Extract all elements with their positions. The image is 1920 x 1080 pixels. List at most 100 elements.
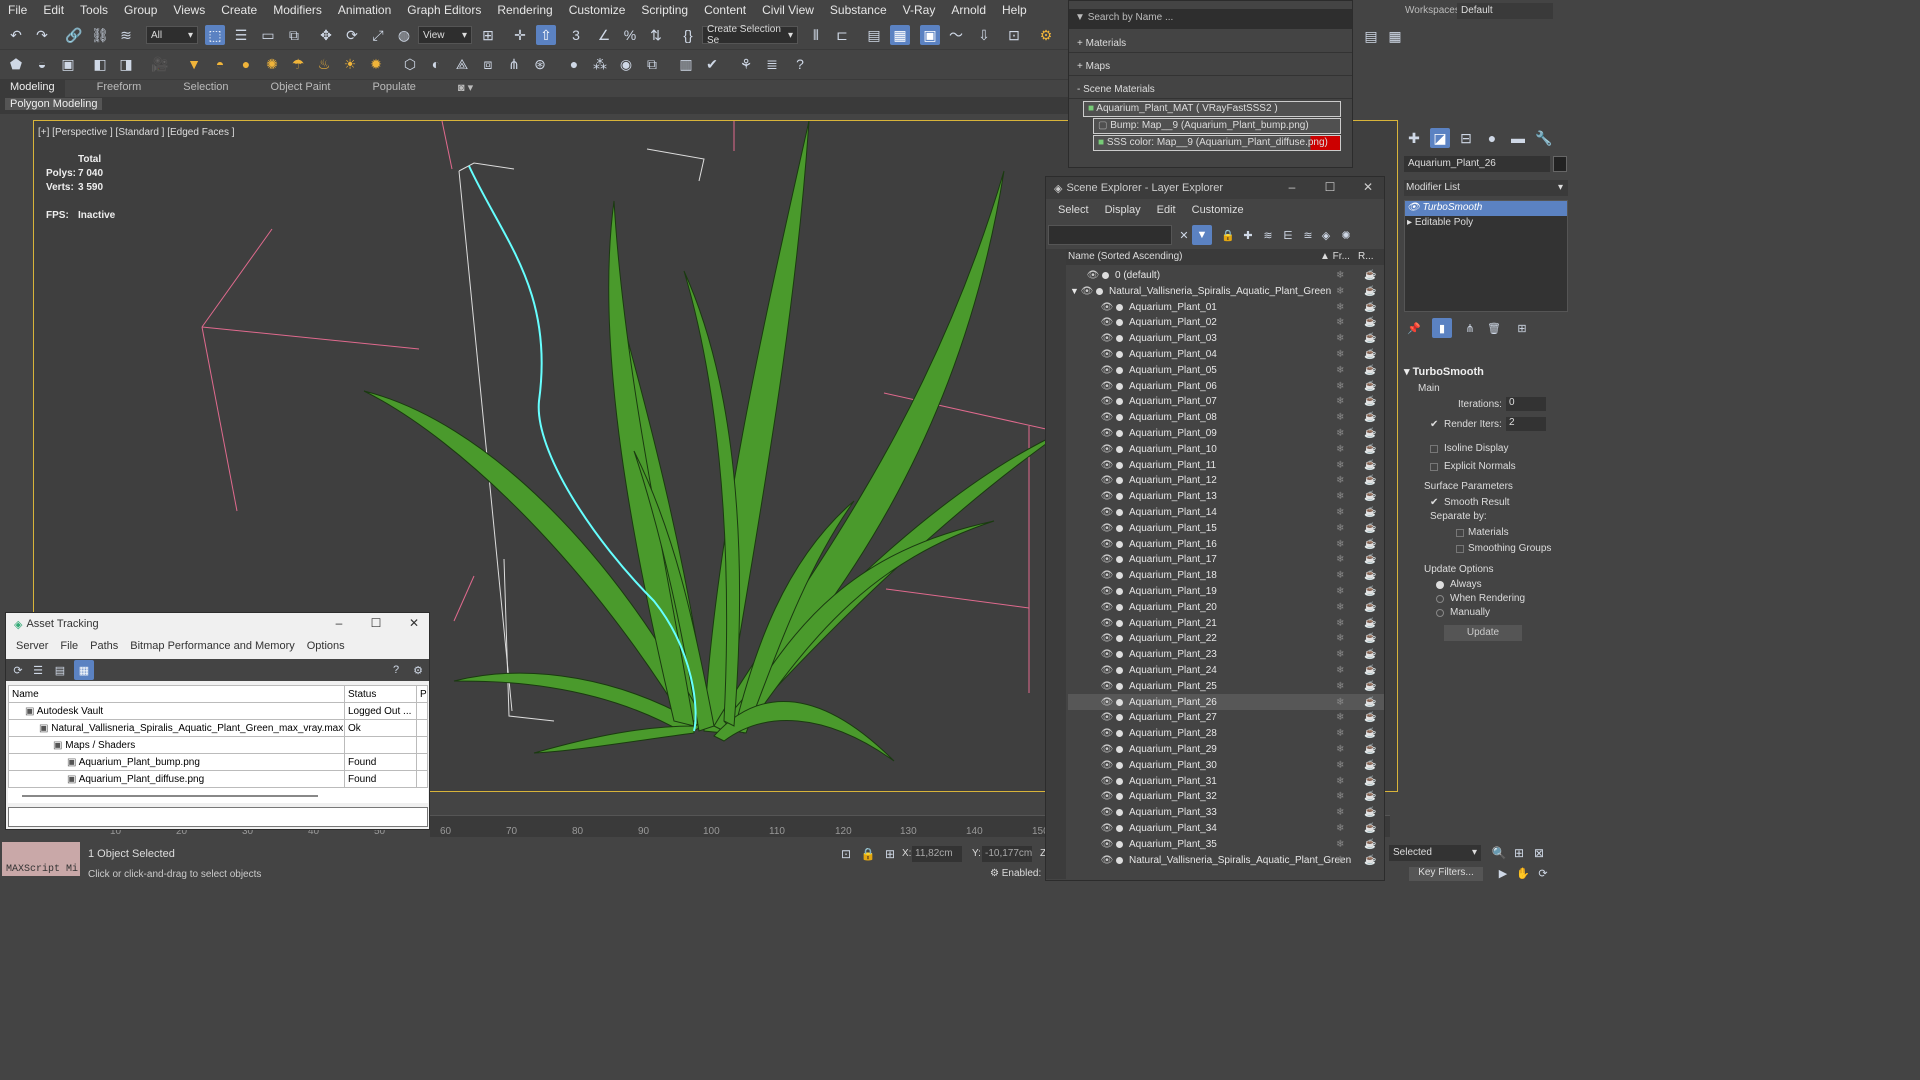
- scene-tree-row[interactable]: 👁 0 (default) ❄ ☕: [1068, 267, 1384, 283]
- render-toggle-icon[interactable]: [1116, 366, 1123, 374]
- col-name[interactable]: Name (Sorted Ascending): [1068, 251, 1183, 262]
- align-icon[interactable]: ⊏: [832, 25, 852, 45]
- renderable-icon[interactable]: ☕: [1364, 381, 1376, 392]
- scene-tree-row[interactable]: 👁 Aquarium_Plant_01 ❄ ☕: [1068, 299, 1384, 315]
- scene-tree-row[interactable]: 👁 Aquarium_Plant_05 ❄ ☕: [1068, 362, 1384, 378]
- polygon-modeling-label[interactable]: Polygon Modeling: [5, 98, 103, 110]
- visibility-eye-icon[interactable]: 👁: [1100, 807, 1114, 818]
- clear-search-icon[interactable]: ✕: [1174, 225, 1194, 245]
- refresh-icon[interactable]: ⟳: [8, 660, 28, 680]
- vray-sky-icon[interactable]: ✹: [366, 54, 386, 74]
- camera-icon[interactable]: 🎥: [150, 54, 170, 74]
- horizontal-scrollbar[interactable]: [22, 795, 318, 797]
- menu-item[interactable]: Group: [116, 3, 165, 17]
- freeze-icon[interactable]: ❄: [1336, 712, 1344, 723]
- highlight-icon[interactable]: ✺: [1336, 225, 1356, 245]
- freeze-icon[interactable]: ❄: [1336, 760, 1344, 771]
- isoline-checkbox[interactable]: [1430, 445, 1438, 453]
- minimize-button[interactable]: –: [1284, 180, 1300, 194]
- renderable-icon[interactable]: ☕: [1364, 681, 1376, 692]
- scene-tree-row[interactable]: 👁 Aquarium_Plant_18 ❄ ☕: [1068, 568, 1384, 584]
- render-toggle-icon[interactable]: [1116, 856, 1123, 864]
- render-iters-checkbox[interactable]: ✔: [1430, 419, 1438, 430]
- freeze-icon[interactable]: ❄: [1336, 649, 1344, 660]
- asset-tracking-titlebar[interactable]: ◈ Asset Tracking: [6, 613, 429, 635]
- toggle-scene-explorer-icon[interactable]: ▤: [864, 25, 884, 45]
- render-toggle-icon[interactable]: [1116, 540, 1123, 548]
- zoom-all-icon[interactable]: ⊠: [1529, 843, 1549, 863]
- schematic-view-icon[interactable]: ⇩: [974, 25, 994, 45]
- renderable-icon[interactable]: ☕: [1364, 270, 1376, 281]
- renderable-icon[interactable]: ☕: [1364, 475, 1376, 486]
- ribbon-tab[interactable]: Selection: [173, 80, 238, 97]
- renderable-icon[interactable]: ☕: [1364, 618, 1376, 629]
- freeze-icon[interactable]: ❄: [1336, 839, 1344, 850]
- scene-tree-row[interactable]: 👁 Aquarium_Plant_35 ❄ ☕: [1068, 836, 1384, 852]
- menu-item[interactable]: Arnold: [943, 3, 994, 17]
- select-object-icon[interactable]: ⬚: [205, 25, 225, 45]
- toggle-layer-explorer-icon[interactable]: ▦: [890, 25, 910, 45]
- ribbon-options-icon[interactable]: ◙ ▾: [448, 80, 483, 97]
- render-toggle-icon[interactable]: [1116, 635, 1123, 643]
- x-coordinate-field[interactable]: 11,82cm: [912, 846, 962, 862]
- render-toggle-icon[interactable]: [1116, 508, 1123, 516]
- renderable-icon[interactable]: ☕: [1364, 444, 1376, 455]
- render-toggle-icon[interactable]: [1116, 493, 1123, 501]
- vray-wrapper-icon[interactable]: ⧉: [642, 54, 662, 74]
- scene-tree-row[interactable]: 👁 Aquarium_Plant_23 ❄ ☕: [1068, 647, 1384, 663]
- freeze-icon[interactable]: ❄: [1336, 855, 1344, 866]
- render-toggle-icon[interactable]: [1116, 698, 1123, 706]
- asset-menu-item[interactable]: Bitmap Performance and Memory: [124, 640, 300, 652]
- scene-tree-row[interactable]: 👁 Aquarium_Plant_20 ❄ ☕: [1068, 599, 1384, 615]
- freeze-icon[interactable]: ❄: [1336, 491, 1344, 502]
- col-render[interactable]: R...: [1358, 251, 1374, 262]
- pan-icon[interactable]: ✋: [1513, 863, 1533, 883]
- vray-dome-icon[interactable]: ◓: [210, 54, 230, 74]
- zoom-extents-icon[interactable]: ⊞: [1509, 843, 1529, 863]
- pin-stack-icon[interactable]: 📌: [1404, 318, 1424, 338]
- scene-tree-row[interactable]: 👁 Aquarium_Plant_06 ❄ ☕: [1068, 378, 1384, 394]
- scene-tree-row[interactable]: 👁 Aquarium_Plant_02 ❄ ☕: [1068, 315, 1384, 331]
- freeze-icon[interactable]: ❄: [1336, 791, 1344, 802]
- table-view-icon[interactable]: ▤: [50, 660, 70, 680]
- renderable-icon[interactable]: ☕: [1364, 412, 1376, 423]
- visibility-eye-icon[interactable]: 👁: [1100, 507, 1114, 518]
- menu-item[interactable]: Animation: [330, 3, 399, 17]
- visibility-eye-icon[interactable]: 👁: [1100, 839, 1114, 850]
- renderable-icon[interactable]: ☕: [1364, 728, 1376, 739]
- menu-item[interactable]: Substance: [822, 3, 895, 17]
- renderable-icon[interactable]: ☕: [1364, 365, 1376, 376]
- visibility-eye-icon[interactable]: 👁: [1100, 365, 1114, 376]
- scene-tree-row[interactable]: 👁 Aquarium_Plant_03 ❄ ☕: [1068, 331, 1384, 347]
- select-manipulate-icon[interactable]: ✛: [510, 25, 530, 45]
- vray-sun-icon[interactable]: ☀: [340, 54, 360, 74]
- render-toggle-icon[interactable]: [1116, 587, 1123, 595]
- freeze-icon[interactable]: ❄: [1336, 744, 1344, 755]
- stack-eye-icon[interactable]: 👁: [1407, 202, 1422, 213]
- renderable-icon[interactable]: ☕: [1364, 791, 1376, 802]
- manually-radio[interactable]: [1436, 609, 1444, 617]
- set-current-layer-icon[interactable]: ≊: [1298, 225, 1318, 245]
- visibility-eye-icon[interactable]: 👁: [1100, 523, 1114, 534]
- vray-proxy-icon[interactable]: ⬡: [400, 54, 420, 74]
- menu-item[interactable]: Help: [994, 3, 1035, 17]
- rotate-icon[interactable]: ⟳: [342, 25, 362, 45]
- filter-icon[interactable]: ▼: [1192, 225, 1212, 245]
- renderable-icon[interactable]: ☕: [1364, 428, 1376, 439]
- freeze-icon[interactable]: ❄: [1336, 807, 1344, 818]
- render-toggle-icon[interactable]: [1116, 319, 1123, 327]
- object-name-field[interactable]: Aquarium_Plant_26: [1404, 156, 1550, 172]
- sss-map-entry[interactable]: ■ SSS color: Map__9 (Aquarium_Plant_diff…: [1093, 135, 1341, 151]
- renderable-icon[interactable]: ☕: [1364, 697, 1376, 708]
- freeze-icon[interactable]: ❄: [1336, 381, 1344, 392]
- visibility-eye-icon[interactable]: 👁: [1100, 586, 1114, 597]
- renderable-icon[interactable]: ☕: [1364, 839, 1376, 850]
- freeze-icon[interactable]: ❄: [1336, 507, 1344, 518]
- render-toggle-icon[interactable]: [1116, 461, 1123, 469]
- freeze-icon[interactable]: ❄: [1336, 460, 1344, 471]
- scene-converter-icon[interactable]: ⚘: [736, 54, 756, 74]
- render-toggle-icon[interactable]: [1116, 824, 1123, 832]
- scene-tree-row[interactable]: 👁 Aquarium_Plant_10 ❄ ☕: [1068, 441, 1384, 457]
- scene-tree-row[interactable]: 👁 Aquarium_Plant_13 ❄ ☕: [1068, 489, 1384, 505]
- asset-menu-item[interactable]: Server: [10, 640, 54, 652]
